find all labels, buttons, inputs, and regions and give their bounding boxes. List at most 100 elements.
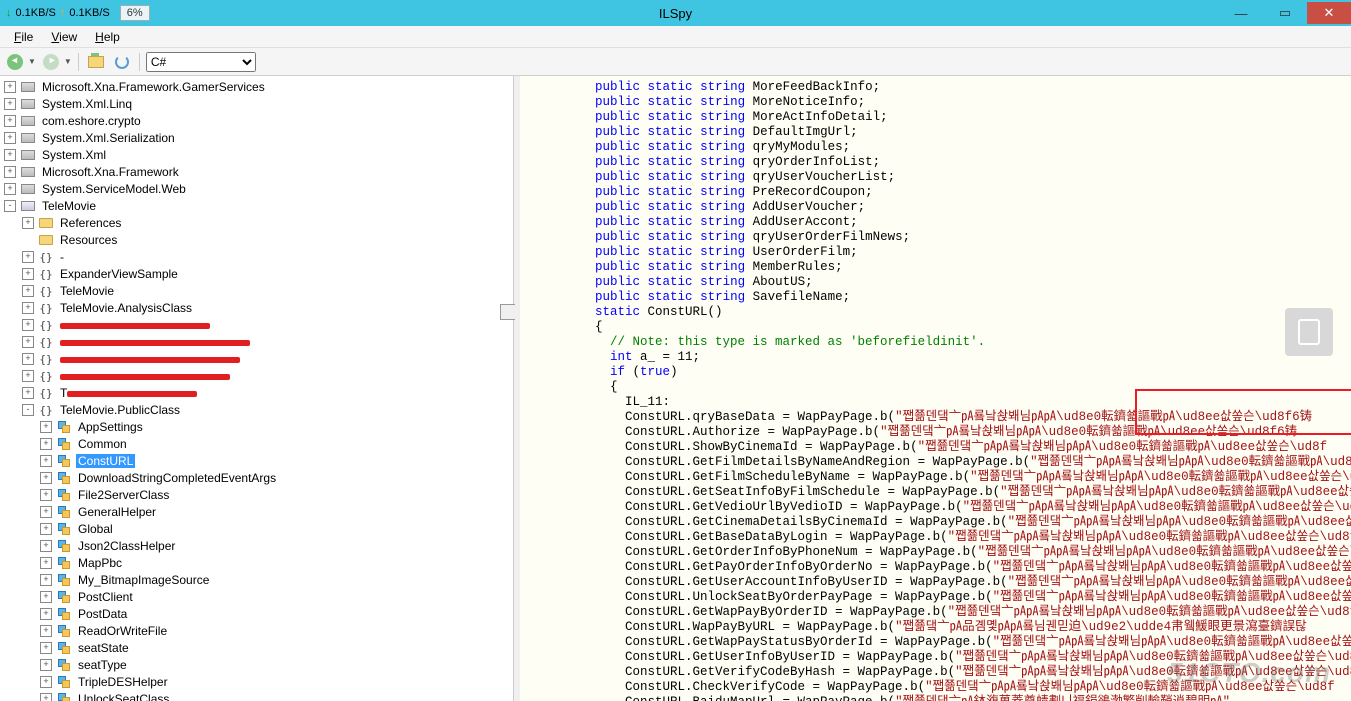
tree-item[interactable]: - TeleMovie [0, 197, 513, 214]
expander-icon[interactable]: + [40, 574, 52, 586]
asm-icon [20, 97, 36, 111]
class-icon [56, 505, 72, 519]
asm-icon [20, 114, 36, 128]
maximize-button[interactable]: ▭ [1263, 2, 1307, 24]
tree-item[interactable]: +UnlockSeatClass [0, 690, 513, 701]
tree-item[interactable]: +com.eshore.crypto [0, 112, 513, 129]
expander-icon[interactable]: + [40, 455, 52, 467]
tree-item[interactable]: Resources [0, 231, 513, 248]
tree-item[interactable]: +References [0, 214, 513, 231]
expander-icon[interactable]: + [4, 115, 16, 127]
expander-icon[interactable]: + [40, 625, 52, 637]
tree-item[interactable]: +AppSettings [0, 418, 513, 435]
expander-icon[interactable]: + [4, 98, 16, 110]
folder-icon [38, 233, 54, 247]
language-select[interactable]: C# [146, 52, 256, 72]
minimize-button[interactable]: — [1219, 2, 1263, 24]
tree-item[interactable]: +Global [0, 520, 513, 537]
fwd-dropdown-icon[interactable]: ▼ [64, 57, 72, 66]
code-pane[interactable]: public static string MoreFeedBackInfo; p… [520, 76, 1351, 701]
expander-icon[interactable]: + [40, 642, 52, 654]
tree-item[interactable]: +TeleMovie.AnalysisClass [0, 299, 513, 316]
expander-icon[interactable]: + [22, 302, 34, 314]
tree-item[interactable]: +System.Xml [0, 146, 513, 163]
tree-item[interactable]: +PostData [0, 605, 513, 622]
menu-view[interactable]: View [43, 28, 85, 46]
tree-item[interactable]: +System.Xml.Serialization [0, 129, 513, 146]
menu-help[interactable]: Help [87, 28, 128, 46]
expander-icon[interactable]: + [22, 268, 34, 280]
refresh-button[interactable] [111, 51, 133, 73]
tree-item[interactable]: +T [0, 384, 513, 401]
asm-icon [20, 165, 36, 179]
expander-icon[interactable]: + [22, 353, 34, 365]
tree-item[interactable]: +DownloadStringCompletedEventArgs [0, 469, 513, 486]
tree-item[interactable]: + [0, 367, 513, 384]
tree-item[interactable]: +File2ServerClass [0, 486, 513, 503]
tree-item[interactable]: +Microsoft.Xna.Framework [0, 163, 513, 180]
tree-item[interactable]: +System.ServiceModel.Web [0, 180, 513, 197]
tree-label: TeleMovie [40, 199, 98, 213]
tree-item[interactable]: +MapPbc [0, 554, 513, 571]
tree-item[interactable]: + GeneralHelper [0, 503, 513, 520]
close-button[interactable]: ✕ [1307, 2, 1351, 24]
tree-item[interactable]: + ExpanderViewSample [0, 265, 513, 282]
tree-pane[interactable]: +Microsoft.Xna.Framework.GamerServices+S… [0, 76, 514, 701]
tree-label: GeneralHelper [76, 505, 158, 519]
tree-item[interactable]: + [0, 316, 513, 333]
tree-item[interactable]: + [0, 333, 513, 350]
expander-icon[interactable]: + [4, 166, 16, 178]
expander-icon[interactable]: + [4, 183, 16, 195]
expander-icon[interactable]: + [40, 489, 52, 501]
open-button[interactable] [85, 51, 107, 73]
expander-icon[interactable]: + [22, 251, 34, 263]
tree-item[interactable]: -TeleMovie.PublicClass [0, 401, 513, 418]
folder-icon [38, 216, 54, 230]
tree-item[interactable]: +seatState [0, 639, 513, 656]
tree-item[interactable]: +Json2ClassHelper [0, 537, 513, 554]
tree-item[interactable]: +PostClient [0, 588, 513, 605]
expander-icon[interactable]: + [40, 659, 52, 671]
tree-label [58, 369, 232, 383]
expander-icon[interactable]: + [4, 149, 16, 161]
tree-item[interactable]: +- [0, 248, 513, 265]
menu-file[interactable]: File [6, 28, 41, 46]
expander-icon[interactable]: + [22, 370, 34, 382]
expander-icon[interactable]: + [40, 472, 52, 484]
expander-icon[interactable]: + [40, 438, 52, 450]
asm-icon [20, 80, 36, 94]
expander-icon[interactable]: + [40, 693, 52, 701]
tree-item[interactable]: +ReadOrWriteFile [0, 622, 513, 639]
expander-icon[interactable]: + [22, 387, 34, 399]
tree-item[interactable]: + [0, 350, 513, 367]
tree-item[interactable]: +My_BitmapImageSource [0, 571, 513, 588]
expander-icon[interactable]: + [4, 132, 16, 144]
expander-icon[interactable]: + [40, 421, 52, 433]
expander-icon[interactable]: + [4, 81, 16, 93]
expander-icon[interactable]: - [22, 404, 34, 416]
back-dropdown-icon[interactable]: ▼ [28, 57, 36, 66]
tree-item[interactable]: +TripleDESHelper [0, 673, 513, 690]
expander-icon[interactable]: + [40, 676, 52, 688]
tree-label: ExpanderViewSample [58, 267, 180, 281]
expander-icon[interactable]: + [40, 523, 52, 535]
tree-item[interactable]: +System.Xml.Linq [0, 95, 513, 112]
nav-back-button[interactable] [4, 51, 26, 73]
tree-item[interactable]: +TeleMovie [0, 282, 513, 299]
expander-icon[interactable]: + [22, 319, 34, 331]
expander-icon[interactable]: + [22, 285, 34, 297]
expander-icon[interactable]: + [22, 336, 34, 348]
tree-item[interactable]: +ConstURL [0, 452, 513, 469]
expander-icon[interactable]: + [40, 557, 52, 569]
tree-item[interactable]: +Microsoft.Xna.Framework.GamerServices [0, 78, 513, 95]
expander-icon[interactable]: + [40, 540, 52, 552]
expander-icon[interactable]: + [40, 506, 52, 518]
expander-icon[interactable]: + [40, 608, 52, 620]
tree-item[interactable]: +seatType [0, 656, 513, 673]
expander-icon[interactable] [22, 234, 34, 246]
expander-icon[interactable]: + [40, 591, 52, 603]
expander-icon[interactable]: - [4, 200, 16, 212]
tree-item[interactable]: +Common [0, 435, 513, 452]
expander-icon[interactable]: + [22, 217, 34, 229]
nav-forward-button[interactable] [40, 51, 62, 73]
